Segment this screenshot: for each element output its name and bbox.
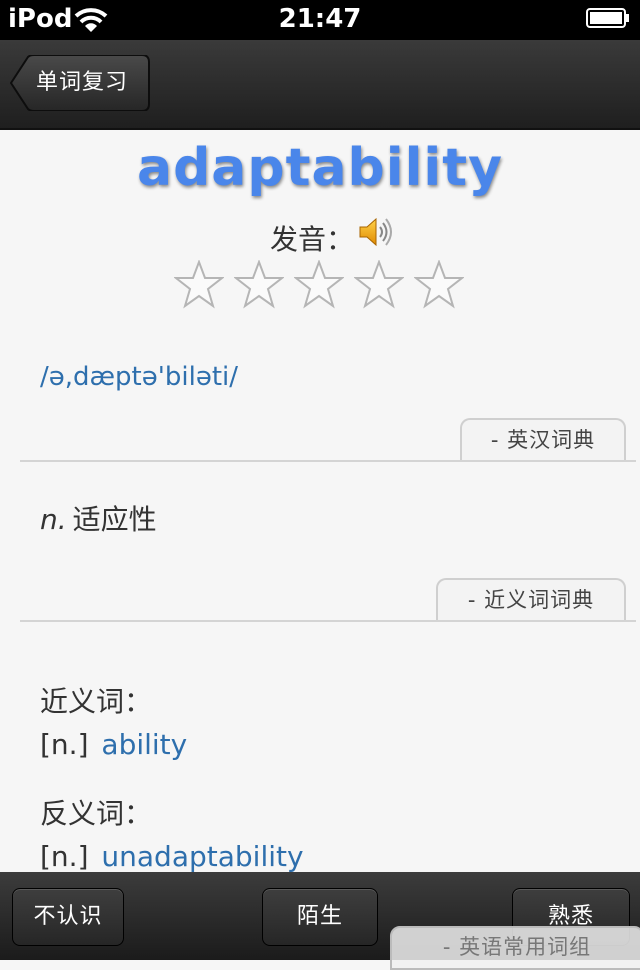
back-button-label: 单词复习 <box>36 70 129 95</box>
rating-stars[interactable] <box>174 260 474 312</box>
battery-icon <box>586 8 629 28</box>
divider <box>20 460 636 462</box>
phonetic-text: /ə,dæptə'biləti/ <box>40 362 239 392</box>
antonym-entry: [n.] unadaptability <box>40 840 304 872</box>
star-icon[interactable] <box>174 260 224 310</box>
star-icon[interactable] <box>234 260 284 310</box>
synonym-label: 近义词： <box>40 685 153 718</box>
word-detail-view: adaptability 发音： /ə,dæptə'biləti/ - 英汉词典… <box>0 130 640 872</box>
speaker-icon[interactable] <box>358 216 394 248</box>
star-icon[interactable] <box>354 260 404 310</box>
pronounce-label: 发音： <box>270 223 355 256</box>
status-bar: iPod 21:47 <box>0 0 640 40</box>
antonym-pos: [n.] <box>40 840 89 872</box>
star-icon[interactable] <box>414 260 464 310</box>
antonym-link[interactable]: unadaptability <box>101 840 303 872</box>
definition: n. 适应性 <box>40 498 157 538</box>
star-icon[interactable] <box>294 260 344 310</box>
clock: 21:47 <box>278 4 362 34</box>
divider <box>20 620 636 622</box>
synonym-entry: [n.] ability <box>40 728 187 761</box>
back-button[interactable]: 单词复习 <box>10 55 150 111</box>
tab-synonym-dictionary[interactable]: - 近义词词典 <box>436 578 626 620</box>
navigation-bar: 单词复习 <box>0 40 640 130</box>
part-of-speech: n. <box>40 503 67 536</box>
tab-common-phrase-dictionary[interactable]: - 英语常用词组 <box>390 926 640 970</box>
unknown-button[interactable]: 不认识 <box>12 888 124 946</box>
antonym-label: 反义词： <box>40 797 153 830</box>
unfamiliar-button[interactable]: 陌生 <box>262 888 378 946</box>
definition-text: 适应性 <box>72 503 157 536</box>
tab-en-zh-dictionary[interactable]: - 英汉词典 <box>460 418 626 460</box>
word-title: adaptability <box>136 138 504 198</box>
synonym-pos: [n.] <box>40 728 89 761</box>
synonym-link[interactable]: ability <box>101 728 187 761</box>
